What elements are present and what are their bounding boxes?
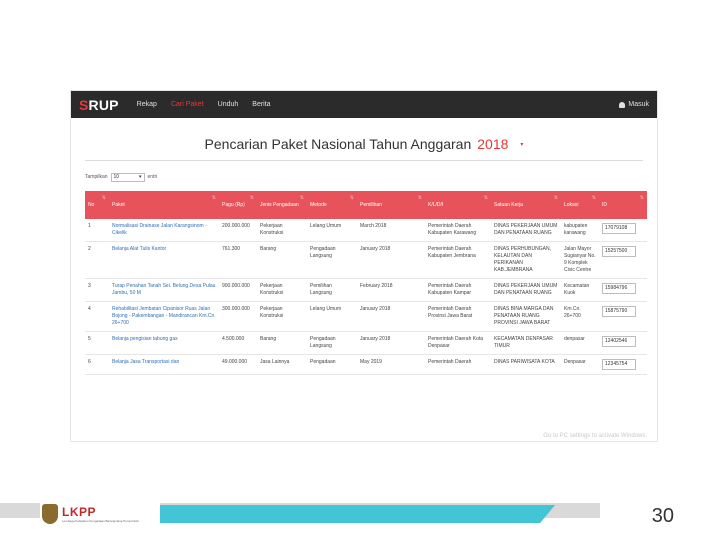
slide: SRUP Rekap Cari Paket Unduh Berita Masuk… bbox=[0, 0, 720, 540]
year-select[interactable]: 2018 bbox=[477, 136, 508, 152]
table-row: 2 Belanja Alat Tulis Kantor 761.300 Bara… bbox=[85, 241, 647, 279]
entries-control: Tampilkan 10 ▾ entri bbox=[85, 171, 657, 183]
nav-unduh[interactable]: Unduh bbox=[218, 101, 239, 108]
col-header[interactable]: Pemilihan ⇅ bbox=[357, 191, 425, 219]
sort-icon: ⇅ bbox=[299, 195, 304, 201]
package-link[interactable]: Turap Penahan Tanah Sei. Belung Desa Pul… bbox=[109, 278, 219, 302]
col-header[interactable]: Jenis Pengadaan ⇅ bbox=[257, 191, 307, 219]
package-link[interactable]: Belanja Jasa Transportasi dan bbox=[109, 354, 219, 375]
package-id[interactable]: 15257500 bbox=[602, 246, 636, 257]
entries-value: 10 bbox=[113, 174, 120, 180]
table-header-row: No ⇅ Paket ⇅ Pagu (Rp) ⇅ Jenis Pengadaan ⇅ M… bbox=[85, 191, 647, 219]
lkpp-text: LKPP Lembaga Kebijakan Pengadaan Barang/… bbox=[62, 505, 139, 523]
col-header[interactable]: Metode ⇅ bbox=[307, 191, 357, 219]
package-link[interactable]: Belanja Alat Tulis Kantor bbox=[109, 241, 219, 279]
table-row: 5 Belanja pengisian tabung gas 4.500.000… bbox=[85, 331, 647, 355]
sort-icon: ⇅ bbox=[591, 195, 596, 201]
slide-page-number: 30 bbox=[651, 505, 674, 527]
col-header[interactable]: Pagu (Rp) ⇅ bbox=[219, 191, 257, 219]
chevron-down-icon: ▾ bbox=[139, 174, 142, 180]
package-link[interactable]: Normalisasi Drainase Jalan Karangsinom -… bbox=[109, 219, 219, 242]
package-id[interactable]: 17079108 bbox=[602, 223, 636, 234]
col-header[interactable]: Paket ⇅ bbox=[109, 191, 219, 219]
table-row: 6 Belanja Jasa Transportasi dan 49.000.0… bbox=[85, 354, 647, 375]
lkpp-subtitle: Lembaga Kebijakan Pengadaan Barang/Jasa … bbox=[62, 519, 139, 523]
logo-s: S bbox=[79, 96, 89, 113]
user-icon bbox=[619, 101, 626, 108]
packages-table: No ⇅ Paket ⇅ Pagu (Rp) ⇅ Jenis Pengadaan ⇅ M… bbox=[85, 191, 647, 375]
col-header[interactable]: K/L/D/I ⇅ bbox=[425, 191, 491, 219]
windows-activation-watermark: Go to PC settings to activate Windows. bbox=[543, 433, 647, 439]
top-navbar: SRUP Rekap Cari Paket Unduh Berita Masuk bbox=[71, 91, 657, 118]
table-row: 4 Rehabilitasi Jembatan Cipanisor Ruas J… bbox=[85, 301, 647, 332]
table-body: 1 Normalisasi Drainase Jalan Karangsinom… bbox=[85, 219, 647, 375]
nav-cari-paket[interactable]: Cari Paket bbox=[171, 101, 204, 108]
lkpp-name: LKPP bbox=[62, 505, 97, 519]
col-header[interactable]: No ⇅ bbox=[85, 191, 109, 219]
table-row: 1 Normalisasi Drainase Jalan Karangsinom… bbox=[85, 219, 647, 242]
browser-screenshot: SRUP Rekap Cari Paket Unduh Berita Masuk… bbox=[70, 90, 658, 442]
package-id[interactable]: 12402546 bbox=[602, 336, 636, 347]
nav-rekap[interactable]: Rekap bbox=[137, 101, 157, 108]
show-label: Tampilkan bbox=[85, 174, 108, 180]
sort-icon: ⇅ bbox=[249, 195, 254, 201]
show-suffix: entri bbox=[147, 174, 158, 180]
login-label: Masuk bbox=[628, 101, 649, 108]
col-header[interactable]: ID ⇅ bbox=[599, 191, 647, 219]
sort-icon: ⇅ bbox=[553, 195, 558, 201]
login-link[interactable]: Masuk bbox=[619, 101, 649, 108]
col-header[interactable]: Lokasi ⇅ bbox=[561, 191, 599, 219]
title-divider bbox=[85, 160, 643, 161]
logo-rest: RUP bbox=[88, 96, 119, 113]
caret-down-icon[interactable]: ▾ bbox=[520, 141, 523, 148]
package-id[interactable]: 12345754 bbox=[602, 359, 636, 370]
package-link[interactable]: Rehabilitasi Jembatan Cipanisor Ruas Jal… bbox=[109, 301, 219, 332]
package-link[interactable]: Belanja pengisian tabung gas bbox=[109, 331, 219, 355]
sort-icon: ⇅ bbox=[349, 195, 354, 201]
entries-select[interactable]: 10 ▾ bbox=[110, 172, 145, 182]
sort-icon: ⇅ bbox=[211, 195, 216, 201]
table-row: 3 Turap Penahan Tanah Sei. Belung Desa P… bbox=[85, 278, 647, 302]
package-id[interactable]: 15984796 bbox=[602, 283, 636, 294]
srup-logo[interactable]: SRUP bbox=[79, 97, 119, 113]
col-header[interactable]: Satuan Kerja ⇅ bbox=[491, 191, 561, 219]
nav-berita[interactable]: Berita bbox=[252, 101, 270, 108]
package-id[interactable]: 15875790 bbox=[602, 306, 636, 317]
sort-icon: ⇅ bbox=[639, 195, 644, 201]
sort-icon: ⇅ bbox=[483, 195, 488, 201]
page-title-text: Pencarian Paket Nasional Tahun Anggaran bbox=[204, 136, 472, 152]
lkpp-logo: LKPP Lembaga Kebijakan Pengadaan Barang/… bbox=[40, 500, 160, 528]
page-title: Pencarian Paket Nasional Tahun Anggaran … bbox=[71, 134, 657, 154]
sort-icon: ⇅ bbox=[417, 195, 422, 201]
sort-icon: ⇅ bbox=[101, 195, 106, 201]
garuda-emblem-icon bbox=[42, 504, 58, 524]
